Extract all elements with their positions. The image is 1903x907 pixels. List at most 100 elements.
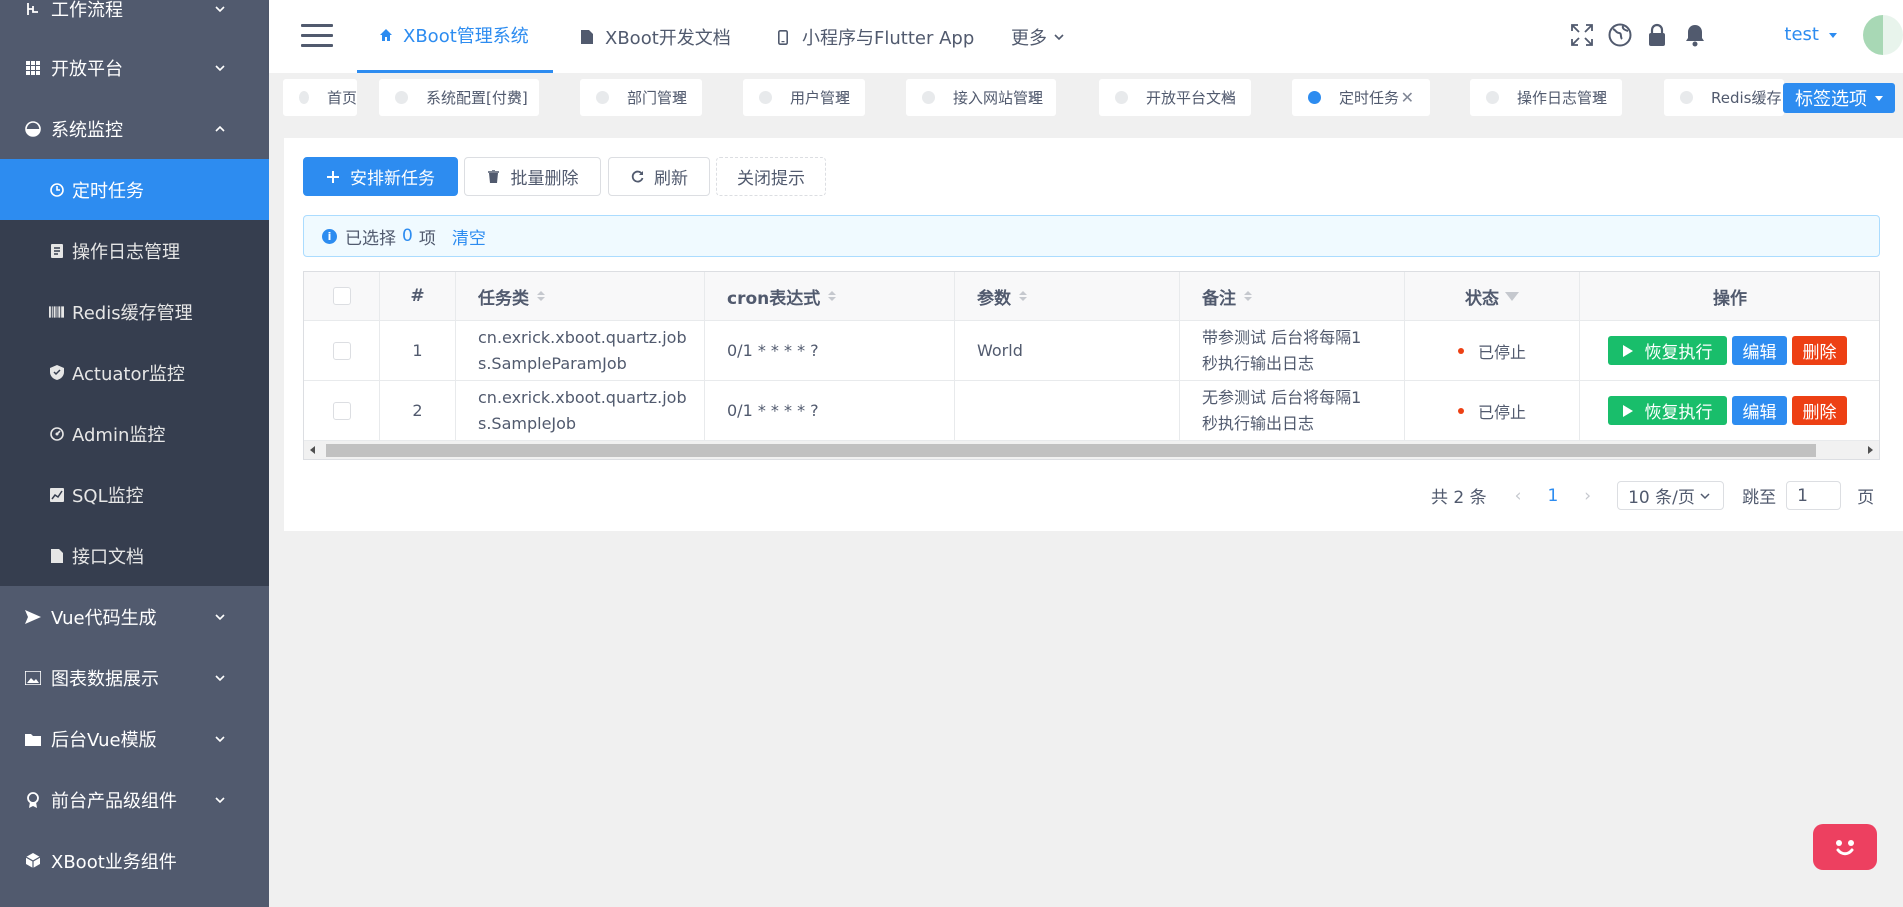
close-icon[interactable]: ✕ bbox=[1401, 88, 1414, 107]
sort-icon[interactable] bbox=[828, 291, 837, 301]
header-status[interactable]: 状态 bbox=[1405, 272, 1580, 320]
close-tip-button[interactable]: 关闭提示 bbox=[716, 157, 826, 196]
lock-icon[interactable] bbox=[1644, 22, 1670, 48]
nav-xboot-docs[interactable]: XBoot开发文档 bbox=[581, 0, 731, 73]
row-checkbox[interactable] bbox=[332, 341, 351, 360]
edit-button[interactable]: 编辑 bbox=[1732, 396, 1787, 425]
status-text: 已停止 bbox=[1477, 342, 1526, 362]
sidebar-item-label: Redis缓存管理 bbox=[72, 302, 193, 324]
sidebar-item-operation-log[interactable]: 操作日志管理 bbox=[0, 220, 269, 281]
sidebar-item-api-docs[interactable]: 接口文档 bbox=[0, 525, 269, 586]
fullscreen-icon[interactable] bbox=[1569, 22, 1595, 48]
row-task-class: cn.exrick.xboot.quartz.job s.SampleJob bbox=[456, 381, 705, 440]
tag-redis-cache[interactable]: Redis缓存 bbox=[1664, 79, 1784, 116]
avatar[interactable] bbox=[1863, 15, 1903, 55]
menu-system-monitor[interactable]: 系统监控 bbox=[0, 98, 269, 159]
note-line: 秒执行输出日志 bbox=[1202, 413, 1315, 433]
close-icon[interactable]: ✕ bbox=[836, 88, 849, 107]
menu-vue-template[interactable]: 后台Vue模版 bbox=[0, 708, 269, 769]
tag-open-platform-docs[interactable]: 开放平台文档 ✕ bbox=[1099, 79, 1251, 116]
top-header: XBoot管理系统 XBoot开发文档 小程序与Flutter App 更多 t… bbox=[269, 0, 1903, 73]
ribbon-icon bbox=[25, 791, 41, 808]
sidebar-item-sql[interactable]: SQL监控 bbox=[0, 464, 269, 525]
tag-scheduled-tasks[interactable]: 定时任务 ✕ bbox=[1292, 79, 1430, 116]
scroll-right-arrow-icon[interactable] bbox=[1868, 446, 1873, 454]
scroll-left-arrow-icon[interactable] bbox=[310, 446, 315, 454]
header-note[interactable]: 备注 bbox=[1180, 272, 1405, 320]
next-page-icon[interactable]: › bbox=[1584, 486, 1591, 506]
prev-page-icon[interactable]: ‹ bbox=[1515, 486, 1522, 506]
refresh-button[interactable]: 刷新 bbox=[608, 157, 710, 196]
header-label: 任务类 bbox=[478, 288, 529, 309]
language-globe-icon[interactable] bbox=[1607, 22, 1633, 48]
row-actions: 恢复执行 编辑 删除 bbox=[1580, 321, 1880, 380]
tag-system-config[interactable]: 系统配置[付费] ✕ bbox=[379, 79, 539, 116]
sort-icon[interactable] bbox=[537, 291, 545, 301]
class-line: s.SampleParamJob bbox=[478, 353, 627, 373]
phone-icon bbox=[778, 29, 792, 45]
row-param bbox=[955, 381, 1180, 440]
monitor-icon bbox=[25, 120, 41, 137]
select-all-checkbox[interactable] bbox=[332, 287, 351, 305]
menu-vue-codegen[interactable]: Vue代码生成 bbox=[0, 586, 269, 647]
username: test bbox=[1784, 24, 1819, 45]
horizontal-scrollbar[interactable] bbox=[304, 441, 1879, 459]
menu-workflow[interactable]: 工作流程 bbox=[0, 0, 269, 22]
sidebar-item-actuator[interactable]: Actuator监控 bbox=[0, 342, 269, 403]
alert-prefix: 已选择 bbox=[345, 228, 396, 249]
chat-bot-icon[interactable] bbox=[1813, 824, 1877, 870]
close-icon[interactable]: ✕ bbox=[673, 88, 686, 107]
header-task-class[interactable]: 任务类 bbox=[456, 272, 705, 320]
tag-options-button[interactable]: 标签选项 bbox=[1783, 83, 1895, 113]
delete-button[interactable]: 删除 bbox=[1792, 336, 1847, 365]
tag-users[interactable]: 用户管理 ✕ bbox=[743, 79, 865, 116]
send-icon bbox=[25, 609, 41, 625]
filter-icon[interactable] bbox=[1505, 291, 1519, 301]
close-icon[interactable]: ✕ bbox=[1593, 88, 1606, 107]
jump-page-input[interactable]: 1 bbox=[1786, 481, 1842, 510]
button-label: 恢复执行 bbox=[1644, 403, 1713, 423]
notification-bell-icon[interactable] bbox=[1682, 22, 1708, 48]
tag-options-label: 标签选项 bbox=[1795, 89, 1867, 110]
add-task-button[interactable]: 安排新任务 bbox=[303, 157, 458, 196]
nav-more-dropdown[interactable]: 更多 bbox=[1011, 0, 1065, 73]
tag-operation-log[interactable]: 操作日志管理 ✕ bbox=[1470, 79, 1622, 116]
page-number[interactable]: 1 bbox=[1547, 486, 1558, 506]
menu-frontend-components[interactable]: 前台产品级组件 bbox=[0, 769, 269, 830]
resume-button[interactable]: 恢复执行 bbox=[1608, 336, 1727, 365]
menu-chart-display[interactable]: 图表数据展示 bbox=[0, 647, 269, 708]
tag-dot bbox=[395, 91, 408, 104]
tag-department[interactable]: 部门管理 ✕ bbox=[580, 79, 702, 116]
batch-delete-button[interactable]: 批量删除 bbox=[464, 157, 601, 196]
delete-button[interactable]: 删除 bbox=[1792, 396, 1847, 425]
sort-icon[interactable] bbox=[1019, 291, 1027, 301]
close-icon[interactable]: ✕ bbox=[1027, 88, 1040, 107]
row-checkbox[interactable] bbox=[332, 401, 351, 420]
scrollbar-thumb[interactable] bbox=[326, 444, 1816, 457]
button-label: 批量删除 bbox=[510, 169, 579, 189]
sidebar-item-redis[interactable]: Redis缓存管理 bbox=[0, 281, 269, 342]
hamburger-menu-icon[interactable] bbox=[301, 24, 333, 47]
user-menu[interactable]: test bbox=[1784, 24, 1837, 45]
nav-miniprogram-flutter[interactable]: 小程序与Flutter App bbox=[778, 0, 974, 73]
menu-xboot-business[interactable]: XBoot业务组件 bbox=[0, 830, 269, 891]
tags-bar: 首页 系统配置[付费] ✕ 部门管理 ✕ 用户管理 ✕ 接入网站管理 ✕ 开放平… bbox=[269, 73, 1903, 123]
menu-open-platform[interactable]: 开放平台 bbox=[0, 37, 269, 98]
sidebar-item-admin[interactable]: Admin监控 bbox=[0, 403, 269, 464]
tag-site-access[interactable]: 接入网站管理 ✕ bbox=[906, 79, 1056, 116]
header-param[interactable]: 参数 bbox=[955, 272, 1180, 320]
table-header: # 任务类 cron表达式 参数 备注 状态 操作 bbox=[304, 272, 1879, 321]
row-index: 2 bbox=[380, 381, 456, 440]
nav-xboot-admin[interactable]: XBoot管理系统 bbox=[357, 0, 553, 73]
edit-button[interactable]: 编辑 bbox=[1732, 336, 1787, 365]
header-cron[interactable]: cron表达式 bbox=[705, 272, 955, 320]
tag-home[interactable]: 首页 bbox=[283, 79, 357, 116]
page-size-select[interactable]: 10 条/页 bbox=[1617, 481, 1725, 510]
sort-icon[interactable] bbox=[1244, 291, 1252, 301]
close-icon[interactable]: ✕ bbox=[1222, 88, 1235, 107]
resume-button[interactable]: 恢复执行 bbox=[1608, 396, 1727, 425]
sidebar-item-scheduled-tasks[interactable]: 定时任务 bbox=[0, 159, 269, 220]
clear-selection-link[interactable]: 清空 bbox=[452, 224, 486, 249]
close-icon[interactable]: ✕ bbox=[510, 88, 523, 107]
trash-icon bbox=[487, 170, 501, 184]
